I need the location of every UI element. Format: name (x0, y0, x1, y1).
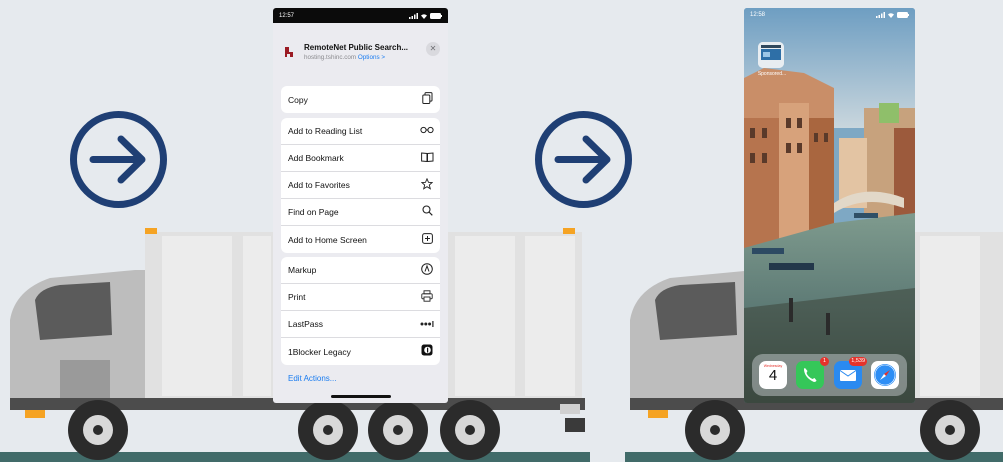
search-icon (420, 205, 434, 219)
action-label: Add Bookmark (288, 153, 344, 163)
action-lastpass[interactable]: LastPass (281, 311, 440, 338)
action-find-on-page[interactable]: Find on Page (281, 199, 440, 226)
lastpass-icon (420, 318, 434, 330)
star-icon (420, 177, 434, 193)
status-bar: 12:57 (273, 8, 448, 23)
options-link[interactable]: Options > (358, 54, 385, 61)
web-app-icon[interactable] (758, 42, 784, 68)
action-label: LastPass (288, 319, 323, 329)
action-1blocker[interactable]: 1Blocker Legacy (281, 338, 440, 365)
plus-square-icon (420, 232, 434, 247)
action-label: 1Blocker Legacy (288, 346, 351, 357)
calendar-date: 4 (768, 367, 778, 384)
wifi-icon (888, 13, 894, 18)
action-copy[interactable]: Copy (281, 86, 440, 113)
action-add-reading-list[interactable]: Add to Reading List (281, 118, 440, 145)
home-indicator (331, 395, 391, 398)
app-label: Sponsored... (757, 71, 787, 77)
copy-icon (420, 92, 434, 107)
action-group-copy: Copy (281, 86, 440, 113)
signal-icon (876, 12, 885, 18)
site-favicon-icon (280, 43, 298, 61)
action-group-page: Add to Reading List Add Bookmark Add to … (281, 118, 440, 253)
action-label: Add to Reading List (288, 126, 363, 136)
action-label: Add to Home Screen (288, 234, 367, 245)
book-icon (420, 151, 434, 165)
calendar-app-icon[interactable]: Wednesday 4 (759, 361, 787, 389)
status-time: 12:58 (750, 12, 766, 18)
1blocker-icon (420, 344, 434, 359)
mail-app-icon[interactable]: 1,539 (834, 357, 867, 389)
site-title: RemoteNet Public Search... (304, 43, 409, 52)
action-markup[interactable]: Markup (281, 257, 440, 284)
mail-badge: 1,539 (849, 357, 867, 366)
markup-icon (420, 262, 434, 278)
glasses-icon (420, 125, 434, 137)
phone-icon (804, 368, 817, 382)
edit-actions-link[interactable]: Edit Actions... (288, 374, 336, 383)
dock: Wednesday 4 1 1,539 (752, 354, 907, 396)
action-group-extensions: Markup Print LastPass 1Blocker Legacy (281, 257, 440, 365)
status-time: 12:57 (279, 12, 295, 19)
battery-icon (430, 12, 442, 19)
safari-app-icon[interactable] (871, 361, 899, 389)
status-icons (409, 12, 442, 19)
action-label: Markup (288, 265, 317, 275)
signal-icon (409, 12, 418, 19)
arrow-right-circle-icon (535, 111, 632, 208)
compass-icon (874, 364, 896, 386)
action-add-favorites[interactable]: Add to Favorites (281, 172, 440, 199)
home-screen-screenshot: 12:58 Sponsored... Wednesday 4 1 1,539 (744, 8, 915, 403)
phone-app-icon[interactable]: 1 (796, 357, 829, 389)
phone-badge: 1 (820, 357, 829, 366)
close-button[interactable]: ✕ (426, 42, 440, 56)
action-label: Print (288, 292, 306, 302)
action-label: Add to Favorites (288, 180, 350, 190)
action-add-home-screen[interactable]: Add to Home Screen (281, 226, 440, 253)
printer-icon (420, 289, 434, 305)
action-add-bookmark[interactable]: Add Bookmark (281, 145, 440, 172)
action-print[interactable]: Print (281, 284, 440, 311)
site-domain: hosting.tshinc.com (304, 54, 357, 61)
wifi-icon (421, 13, 427, 19)
status-bar: 12:58 (744, 8, 915, 22)
arrow-right-circle-icon (70, 111, 167, 208)
action-label: Copy (288, 94, 308, 105)
share-sheet-header: RemoteNet Public Search... hosting.tshin… (280, 30, 441, 74)
share-sheet-screenshot: 12:57 RemoteNet Public Search... hosting… (273, 8, 448, 403)
battery-icon (897, 12, 909, 18)
action-label: Find on Page (288, 207, 339, 217)
